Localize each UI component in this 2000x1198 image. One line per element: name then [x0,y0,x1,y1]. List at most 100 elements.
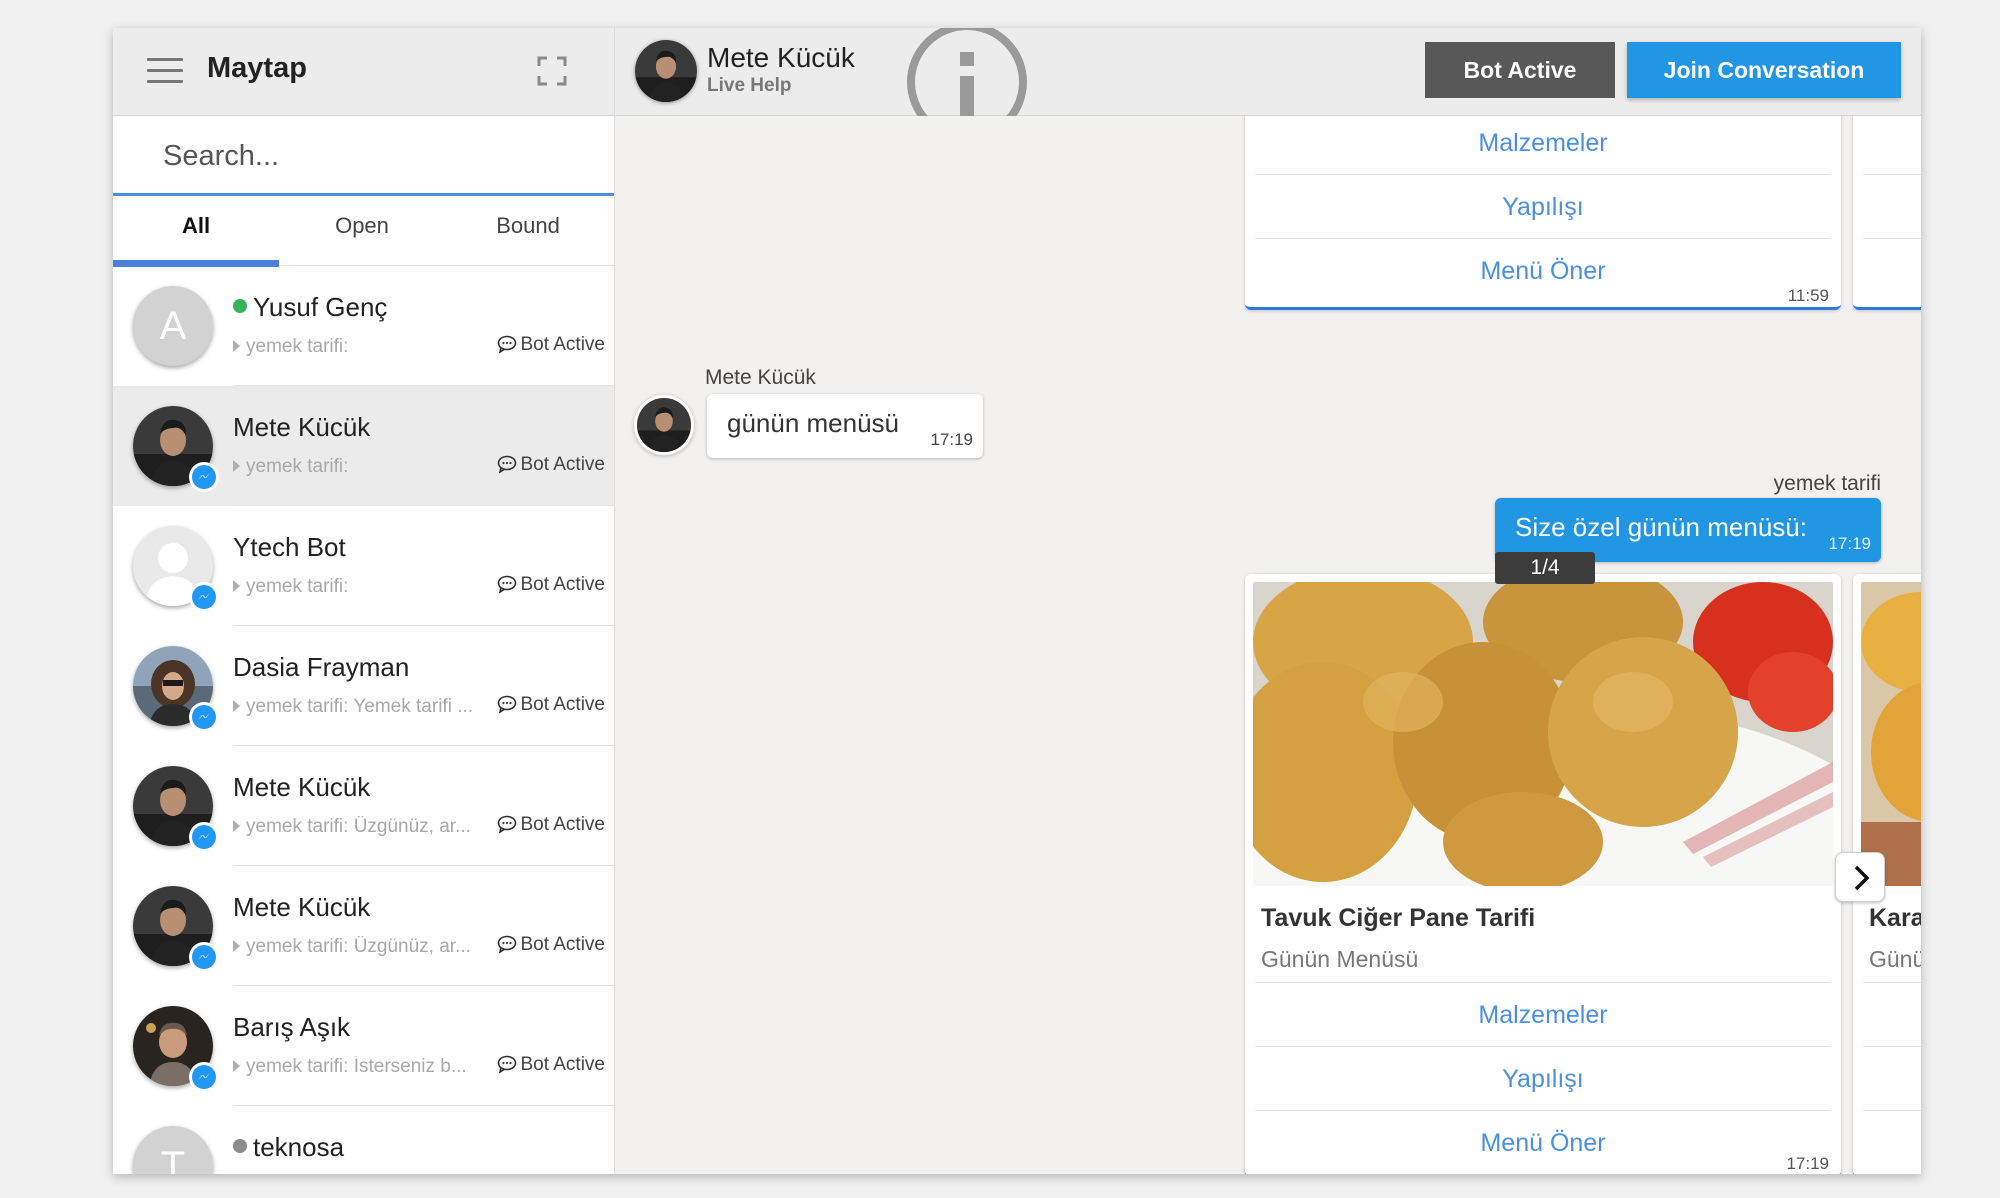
chat-bubble-icon [497,935,516,954]
conversation-name-text: Yusuf Genç [253,292,388,322]
filter-tabs: All Open Bound [113,196,614,267]
search-box [113,116,614,196]
preview-text: yemek tarifi: [246,336,349,357]
conversation-status: Bot Active [497,694,606,716]
status-text: Bot Active [520,334,606,355]
avatar: T [133,1126,213,1174]
card-title: Kara [1869,904,1921,932]
messenger-badge-icon [189,942,219,972]
tab-label: Bound [496,213,560,238]
conversation-status: Bot Active [497,574,606,596]
contact-avatar[interactable] [635,40,697,102]
incoming-message: günün menüsü 17:19 [707,394,983,458]
conversation-name: Ytech Bot [233,532,346,562]
message-sender: Mete Kücük [705,366,816,389]
tab-all[interactable]: All [113,196,279,267]
conversation-preview: yemek tarifi: Üzgünüz, ar... [233,816,485,838]
card-title: Tavuk Ciğer Pane Tarifi [1261,904,1536,932]
preview-text: yemek tarifi: [246,576,349,597]
status-text: Bot Active [520,934,606,955]
tab-open[interactable]: Open [279,196,445,266]
chat-bubble-icon [497,455,516,474]
card-button-yapilisi[interactable]: Yapılışı [1255,174,1831,238]
conversation-preview: yemek tarifi: Üzgünüz, ar... [233,936,485,958]
messenger-badge-icon [189,582,219,612]
conversation-preview: yemek tarifi: [233,576,485,598]
conversation-status: Bot Active [497,934,606,956]
food-image-partial [1861,582,1921,886]
conversation-item[interactable]: Mete Kücük yemek tarifi: Bot Active [113,386,614,506]
chat-bubble-icon [497,1055,516,1074]
card-button-malzemeler[interactable]: Malzemeler [1255,982,1831,1046]
chat-bubble-icon [497,335,516,354]
carousel-counter: 1/4 [1495,552,1595,584]
caret-right-icon [233,340,240,352]
conversation-status: Bot Active [497,334,606,356]
status-text: Bot Active [520,1054,606,1075]
card-button-partial[interactable] [1863,1046,1921,1110]
conversation-item[interactable]: A Yusuf Genç yemek tarifi: Bot Active [113,266,614,386]
messenger-badge-icon [189,462,219,492]
conversation-status: Bot Active [497,1054,606,1076]
card-button-menu-oner[interactable]: Menü Öner [1255,238,1831,302]
card-button-yapilisi[interactable]: Yapılışı [1255,1046,1831,1110]
preview-text: yemek tarifi: Üzgünüz, ar... [246,816,471,837]
card-button-partial[interactable] [1863,982,1921,1046]
app-title: Maytap [207,52,307,84]
conversation-item[interactable]: T teknosa [113,1106,614,1174]
message-time: 17:19 [930,430,973,449]
conversation-name-text: teknosa [253,1132,345,1162]
chat-area: Malzemeler Yapılışı Menü Öner 11:59 Mete… [615,116,1921,1174]
message-text: Size özel günün menüsü: [1515,512,1807,542]
bot-active-button[interactable]: Bot Active [1425,42,1615,98]
app-window: Maytap All Open Bound A Yusuf Ge [113,28,1921,1174]
conversation-list: A Yusuf Genç yemek tarifi: Bot Active Me… [113,266,614,1174]
conversation-name: teknosa [233,1132,344,1163]
search-input[interactable] [163,136,583,176]
menu-icon[interactable] [147,58,183,84]
tab-label: All [181,213,211,238]
conversation-name: Barış Aşık [233,1012,351,1042]
card-button-partial[interactable] [1863,174,1921,238]
status-text: Bot Active [520,574,606,595]
conversation-name: Mete Kücük [233,892,371,922]
card-button-partial[interactable] [1863,116,1921,174]
fullscreen-icon[interactable] [537,56,567,86]
tab-label: Open [335,213,389,238]
preview-text: yemek tarifi: İsterseniz b... [246,1056,467,1077]
conversation-item[interactable]: Mete Kücük yemek tarifi: Üzgünüz, ar... … [113,746,614,866]
conversation-preview: yemek tarifi: [233,456,485,478]
card-button-partial[interactable] [1863,1110,1921,1174]
conversation-item[interactable]: Barış Aşık yemek tarifi: İsterseniz b...… [113,986,614,1106]
chat-header: Mete Kücük Live Help Bot Active Join Con… [615,28,1921,124]
status-text: Bot Active [520,454,606,475]
message-text: günün menüsü [727,408,900,438]
message-card-partial [1853,116,1921,310]
message-time: 11:59 [1787,286,1829,305]
card-button-partial[interactable] [1863,238,1921,302]
chat-bubble-icon [497,695,516,714]
preview-text: yemek tarifi: Yemek tarifi ... [246,696,474,717]
message-card: Malzemeler Yapılışı Menü Öner 11:59 [1245,116,1841,310]
preview-text: yemek tarifi: [246,456,349,477]
conversation-status: Bot Active [497,814,606,836]
conversation-name: Mete Kücük [233,412,371,442]
card-button-malzemeler[interactable]: Malzemeler [1255,116,1831,174]
message-sender: yemek tarifi [1773,472,1881,495]
carousel-next-button[interactable] [1835,852,1885,902]
caret-right-icon [233,580,240,592]
avatar: A [133,286,213,366]
status-text: Bot Active [520,694,606,715]
join-conversation-button[interactable]: Join Conversation [1627,42,1901,98]
card-button-menu-oner[interactable]: Menü Öner [1255,1110,1831,1174]
conversation-item[interactable]: Ytech Bot yemek tarifi: Bot Active [113,506,614,626]
tab-bound[interactable]: Bound [445,196,611,266]
status-text: Bot Active [520,814,606,835]
contact-subtitle: Live Help [707,75,792,96]
conversation-item[interactable]: Dasia Frayman yemek tarifi: Yemek tarifi… [113,626,614,746]
info-icon[interactable] [905,28,1029,124]
carousel-card: Tavuk Ciğer Pane Tarifi Günün Menüsü Mal… [1245,574,1841,1174]
card-subtitle: Günün Menüsü [1261,946,1419,972]
conversation-item[interactable]: Mete Kücük yemek tarifi: Üzgünüz, ar... … [113,866,614,986]
message-time: 17:19 [1786,1154,1829,1173]
